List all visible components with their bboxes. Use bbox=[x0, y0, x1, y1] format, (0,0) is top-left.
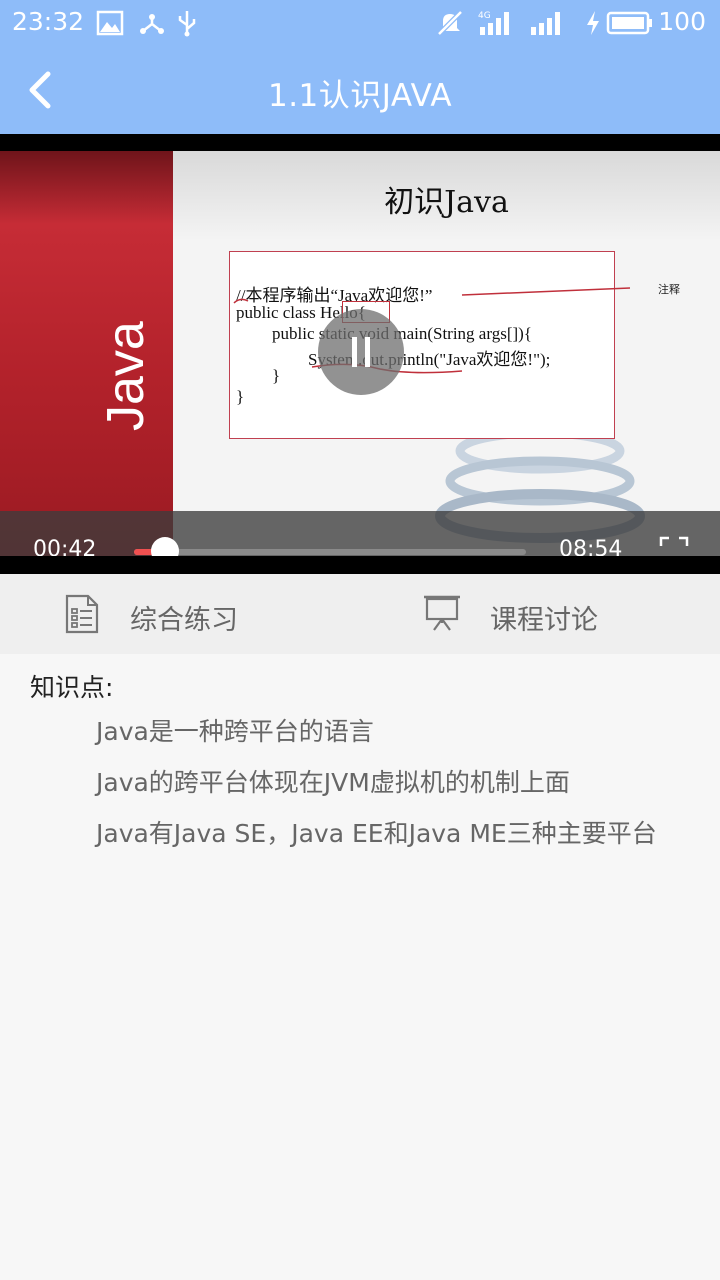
battery-icon bbox=[606, 11, 652, 35]
page-title: 1.1认识JAVA bbox=[267, 78, 453, 114]
total-time: 08:54 bbox=[559, 537, 623, 556]
usb-icon bbox=[178, 11, 196, 37]
signal-4g-icon: 4G bbox=[478, 11, 509, 35]
pause-button[interactable] bbox=[318, 309, 404, 395]
presentation-icon bbox=[424, 595, 460, 631]
status-time: 23:32 bbox=[12, 7, 85, 36]
action-tabs: 综合练习 课程讨论 bbox=[0, 574, 720, 654]
slide-red-band: Java bbox=[0, 151, 173, 556]
annotation-label: 注释 bbox=[658, 283, 680, 296]
fullscreen-button[interactable] bbox=[658, 535, 690, 556]
pause-icon bbox=[365, 337, 370, 367]
pen-annotation bbox=[233, 287, 631, 374]
code-line: } bbox=[236, 387, 245, 406]
share-icon bbox=[140, 14, 164, 34]
knowledge-item: Java有Java SE，Java EE和Java ME三种主要平台 bbox=[96, 819, 657, 848]
status-bar: 23:32 4G 100 bbox=[0, 0, 720, 46]
mute-icon bbox=[437, 10, 463, 36]
title-bar: 1.1认识JAVA bbox=[0, 46, 720, 134]
knowledge-section: 知识点: Java是一种跨平台的语言 Java的跨平台体现在JVM虚拟机的机制上… bbox=[0, 654, 720, 1280]
charging-icon bbox=[587, 11, 599, 35]
tab-discussion[interactable]: 课程讨论 bbox=[420, 574, 680, 654]
slide-band-text: Java bbox=[97, 321, 155, 431]
pause-icon bbox=[352, 337, 357, 367]
tab-discussion-label: 课程讨论 bbox=[490, 605, 598, 636]
tab-exercise-label: 综合练习 bbox=[130, 605, 238, 636]
tab-exercise[interactable]: 综合练习 bbox=[60, 574, 320, 654]
current-time: 00:42 bbox=[33, 537, 97, 556]
progress-thumb[interactable] bbox=[151, 537, 180, 556]
battery-percent: 100 bbox=[658, 7, 706, 36]
signal-icon bbox=[531, 12, 560, 35]
slide-title: 初识Java bbox=[384, 185, 509, 220]
knowledge-item: Java是一种跨平台的语言 bbox=[96, 717, 374, 746]
svg-text:4G: 4G bbox=[478, 11, 491, 21]
exercise-list-icon bbox=[65, 594, 99, 634]
progress-track[interactable] bbox=[134, 549, 526, 555]
knowledge-item: Java的跨平台体现在JVM虚拟机的机制上面 bbox=[96, 768, 570, 797]
image-icon bbox=[96, 10, 124, 36]
video-controls: 00:42 08:54 bbox=[0, 511, 720, 556]
knowledge-heading: 知识点: bbox=[30, 673, 114, 702]
video-player[interactable]: Java 初识Java //本程序输出“Java欢迎您!” public cla… bbox=[0, 134, 720, 574]
video-frame[interactable]: Java 初识Java //本程序输出“Java欢迎您!” public cla… bbox=[0, 151, 720, 556]
app-header: 23:32 4G 100 1.1认识JAVA bbox=[0, 0, 720, 134]
fullscreen-icon bbox=[659, 536, 689, 556]
